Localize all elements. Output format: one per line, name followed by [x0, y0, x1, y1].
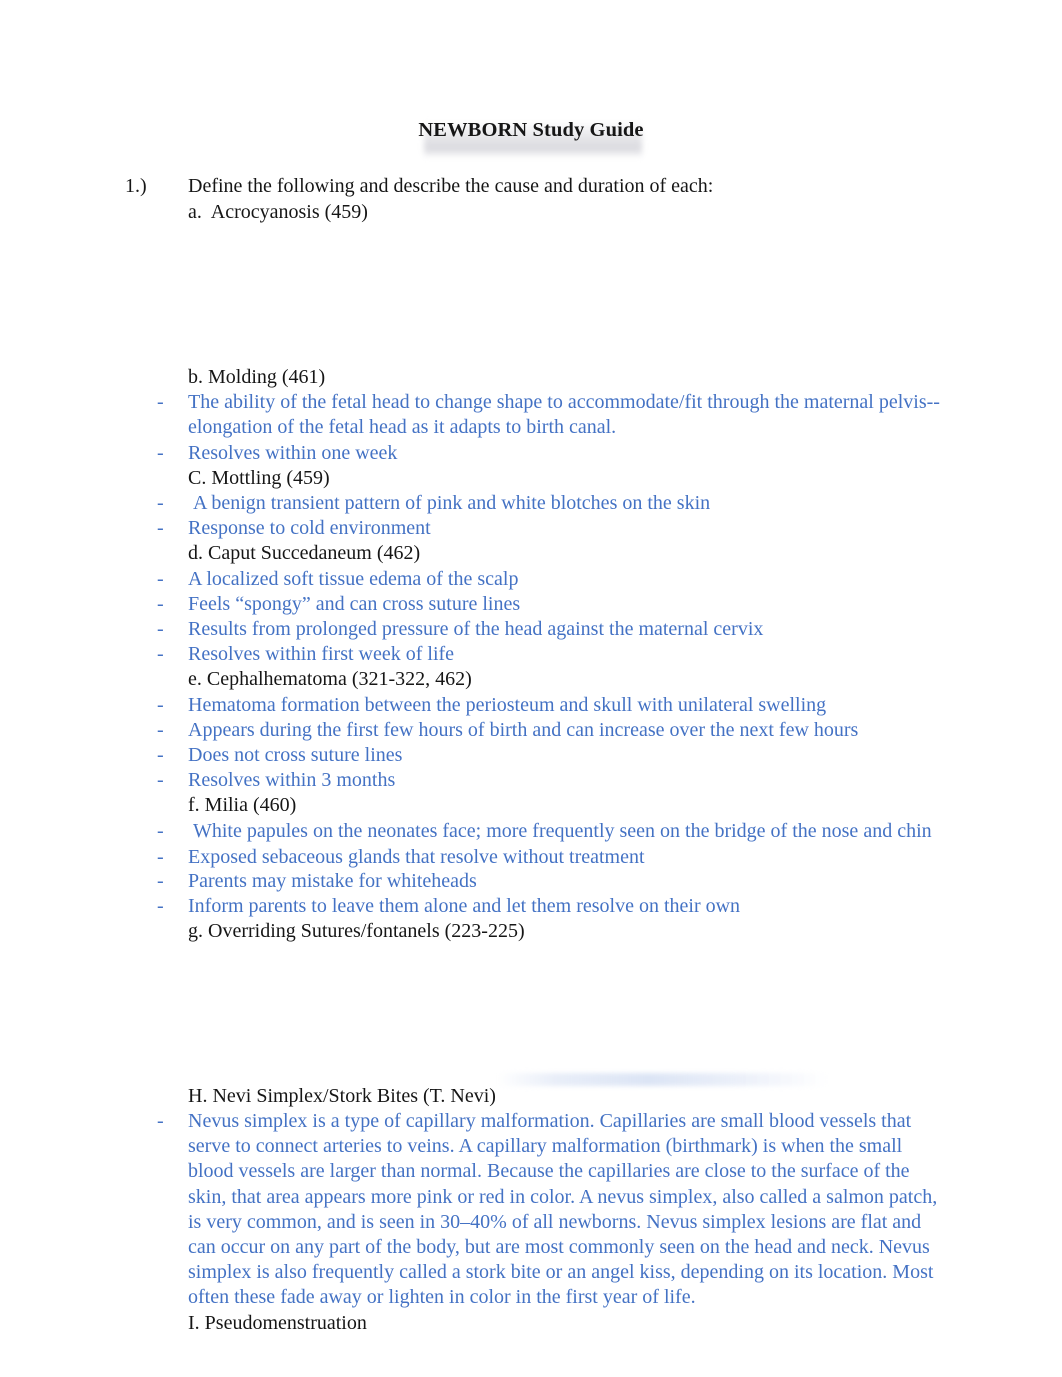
item-heading-e: e. Cephalhematoma (321-322, 462)	[188, 668, 472, 690]
page-title-container: NEWBORN Study Guide	[0, 119, 1062, 142]
bullet-text: Appears during the first few hours of bi…	[188, 719, 859, 741]
bullet-item: - Does not cross suture lines	[157, 743, 947, 768]
bullet-item: - The ability of the fetal head to chang…	[157, 390, 947, 440]
bullet-text: Nevus simplex is a type of capillary mal…	[188, 1110, 943, 1309]
dash-marker: -	[157, 820, 164, 842]
dash-marker: -	[157, 568, 164, 590]
bullet-item: - White papules on the neonates face; mo…	[157, 819, 947, 844]
bullet-text: Resolves within one week	[188, 442, 398, 464]
bullet-item: - Results from prolonged pressure of the…	[157, 617, 947, 642]
bullet-item: - Hematoma formation between the periost…	[157, 693, 947, 718]
dash-marker: -	[157, 744, 164, 766]
bullet-text: Does not cross suture lines	[188, 744, 403, 766]
bullet-text: A benign transient pattern of pink and w…	[188, 492, 711, 514]
bullet-text: Feels “spongy” and can cross suture line…	[188, 593, 521, 615]
scan-artifact-band	[497, 1073, 827, 1086]
bullet-item: - Resolves within one week	[157, 441, 947, 466]
bullet-text: Response to cold environment	[188, 517, 431, 539]
page-title: NEWBORN Study Guide	[418, 119, 644, 141]
bullet-item: - Appears during the first few hours of …	[157, 718, 947, 743]
dash-marker: -	[157, 643, 164, 665]
bullet-item: - Inform parents to leave them alone and…	[157, 894, 947, 919]
dash-marker: -	[157, 719, 164, 741]
item-heading-g: g. Overriding Sutures/fontanels (223-225…	[188, 920, 525, 942]
item-heading-h: H. Nevi Simplex/Stork Bites (T. Nevi)	[188, 1085, 496, 1107]
item-heading-d: d. Caput Succedaneum (462)	[188, 542, 421, 564]
bullet-text: The ability of the fetal head to change …	[188, 391, 940, 439]
item-heading-b: b. Molding (461)	[188, 366, 326, 388]
item-heading-f: f. Milia (460)	[188, 794, 297, 816]
item-heading-c: C. Mottling (459)	[188, 467, 330, 489]
bullet-text: Resolves within 3 months	[188, 769, 396, 791]
dash-marker: -	[157, 846, 164, 868]
item-heading-a: a. Acrocyanosis (459)	[188, 201, 368, 223]
bullet-text: Inform parents to leave them alone and l…	[188, 895, 741, 917]
bullet-text: Parents may mistake for whiteheads	[188, 870, 477, 892]
document-page: NEWBORN Study Guide 1.) Define the follo…	[0, 0, 1062, 1377]
dash-marker: -	[157, 769, 164, 791]
dash-marker: -	[157, 618, 164, 640]
bullet-item: - Nevus simplex is a type of capillary m…	[157, 1109, 950, 1311]
bullet-item: - Response to cold environment	[157, 516, 947, 541]
bullet-text: A localized soft tissue edema of the sca…	[188, 568, 519, 590]
dash-marker: -	[157, 517, 164, 539]
bullet-item: - Parents may mistake for whiteheads	[157, 869, 947, 894]
bullet-item: - A localized soft tissue edema of the s…	[157, 567, 947, 592]
question-prompt: Define the following and describe the ca…	[188, 175, 714, 197]
bullet-text: Results from prolonged pressure of the h…	[188, 618, 764, 640]
dash-marker: -	[157, 442, 164, 464]
dash-marker: -	[157, 492, 164, 514]
bullet-item: - Resolves within 3 months	[157, 768, 947, 793]
bullet-item: - Exposed sebaceous glands that resolve …	[157, 845, 947, 870]
list-number-1: 1.)	[125, 175, 147, 197]
bullet-text: Exposed sebaceous glands that resolve wi…	[188, 846, 645, 868]
dash-marker: -	[157, 694, 164, 716]
bullet-item: - Resolves within first week of life	[157, 642, 947, 667]
dash-marker: -	[157, 895, 164, 917]
bullet-item: - Feels “spongy” and can cross suture li…	[157, 592, 947, 617]
bullet-text: White papules on the neonates face; more…	[188, 820, 932, 842]
bullet-text: Resolves within first week of life	[188, 643, 455, 665]
bullet-text: Hematoma formation between the periosteu…	[188, 694, 827, 716]
dash-marker: -	[157, 593, 164, 615]
dash-marker: -	[157, 870, 164, 892]
bullet-item: - A benign transient pattern of pink and…	[157, 491, 947, 516]
item-heading-i: I. Pseudomenstruation	[188, 1312, 367, 1334]
dash-marker: -	[157, 391, 164, 413]
dash-marker: -	[157, 1110, 164, 1132]
